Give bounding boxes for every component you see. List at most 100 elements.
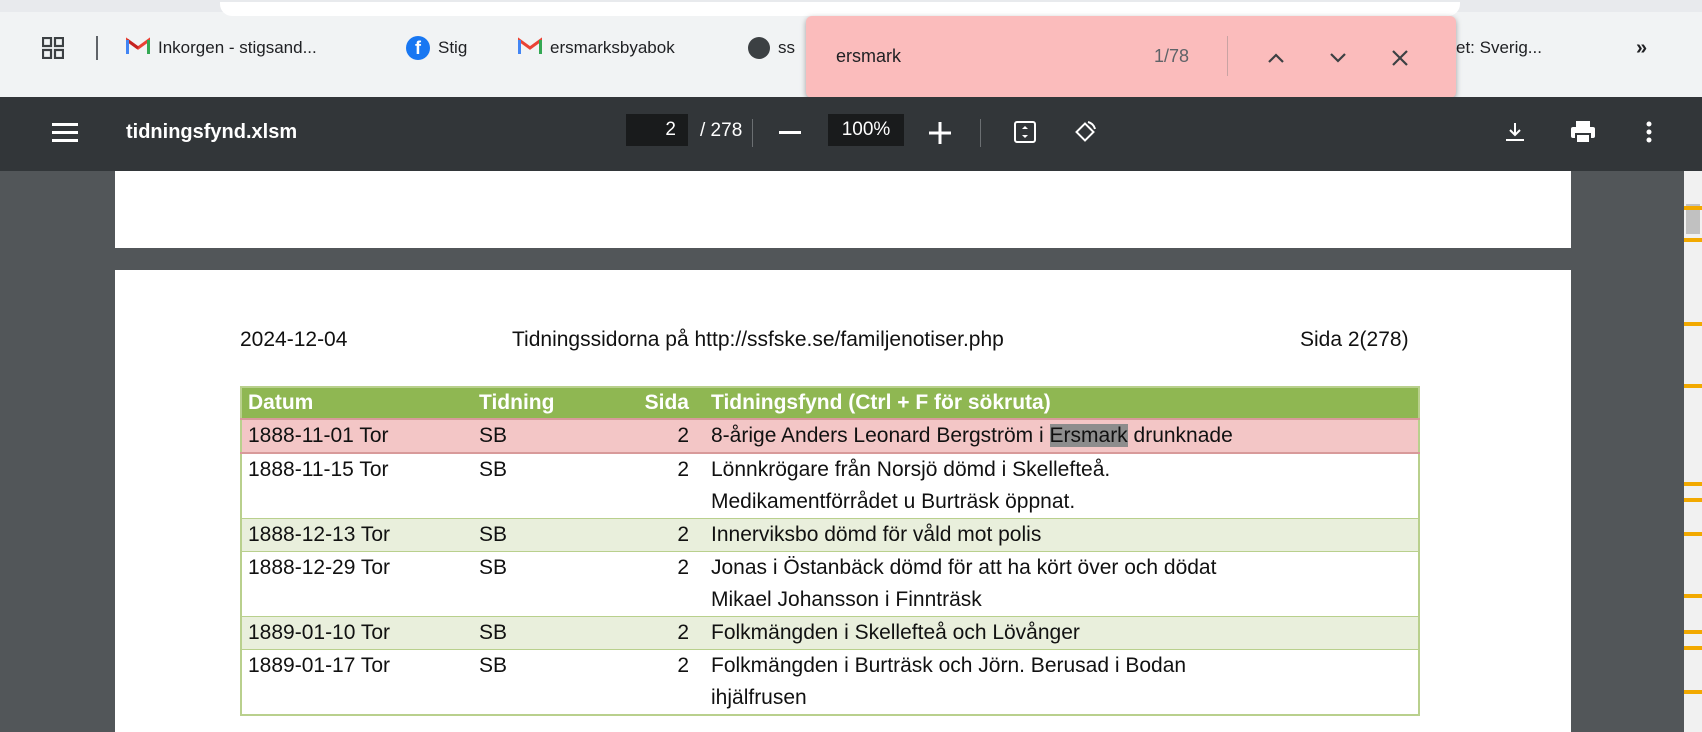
chevron-up-icon [1268, 53, 1284, 63]
search-match-marker [1684, 322, 1702, 326]
pdf-page-1 [115, 171, 1571, 248]
zoom-in-button[interactable] [926, 119, 954, 147]
bookmarks-separator [96, 36, 98, 60]
download-icon [1506, 123, 1524, 141]
column-header: Tidningsfynd (Ctrl + F för sökruta) [705, 387, 1419, 419]
cell-tidning: SB [473, 518, 615, 552]
fit-page-icon [1014, 121, 1036, 143]
find-bar: ersmark 1/78 [806, 16, 1456, 98]
apps-grid-icon[interactable] [42, 30, 64, 66]
bookmark-stig[interactable]: f Stig [406, 30, 467, 66]
close-icon [1392, 50, 1408, 66]
cell-tidning: SB [473, 418, 615, 454]
document-source: Tidningssidorna på http://ssfske.se/fami… [512, 328, 1004, 351]
find-next-button[interactable] [1320, 40, 1356, 76]
cell-sida: 2 [615, 649, 705, 716]
cell-datum: 1889-01-10 Tor [241, 616, 473, 650]
table-row: 1889-01-10 Tor SB 2 Folkmängden i Skelle… [241, 616, 1419, 650]
search-match-marker [1684, 690, 1702, 694]
zoom-out-button[interactable] [776, 119, 804, 147]
column-header: Sida [615, 387, 705, 419]
document-date: 2024-12-04 [240, 328, 348, 351]
page-number-input[interactable]: 2 [626, 114, 688, 146]
find-match-count: 1/78 [1154, 46, 1190, 66]
chevron-down-icon [1330, 53, 1346, 63]
cell-sida: 2 [615, 453, 705, 519]
toolbar-separator [980, 119, 981, 147]
search-match-marker [1684, 482, 1702, 486]
fit-to-page-button[interactable] [1010, 117, 1040, 147]
fynd-text: 8-årige Anders Leonard Bergström i [711, 424, 1050, 447]
table-row: 1888-11-15 Tor SB 2 Lönnkrögare från Nor… [241, 453, 1419, 519]
search-match-marker [1684, 498, 1702, 502]
toolbar-separator [752, 119, 753, 147]
cell-sida: 2 [615, 518, 705, 552]
document-title: tidningsfynd.xlsm [126, 121, 298, 143]
cell-datum: 1888-12-13 Tor [241, 518, 473, 552]
search-match-marker [1684, 384, 1702, 388]
bookmark-label: Stig [438, 38, 468, 57]
cell-fynd: Jonas i Östanbäck dömd för att ha kört ö… [705, 551, 1419, 617]
fynd-line: ihjälfrusen [711, 686, 807, 709]
bookmark-label: Inkorgen - stigsand... [158, 38, 317, 57]
find-previous-button[interactable] [1258, 40, 1294, 76]
table-row: 1888-11-01 Tor SB 2 8-årige Anders Leona… [241, 418, 1419, 454]
menu-icon[interactable] [50, 117, 80, 147]
gmail-icon [517, 36, 543, 60]
rotate-button[interactable] [1070, 117, 1100, 147]
print-button[interactable] [1568, 117, 1598, 147]
cell-sida: 2 [615, 418, 705, 454]
fynd-line: Lönnkrögare från Norsjö dömd i Skellefte… [711, 458, 1111, 481]
download-button[interactable] [1500, 117, 1530, 147]
table-row: 1888-12-29 Tor SB 2 Jonas i Östanbäck dö… [241, 551, 1419, 617]
fynd-line: Jonas i Östanbäck dömd för att ha kört ö… [711, 556, 1217, 579]
globe-icon [748, 37, 770, 59]
column-header: Tidning [473, 387, 615, 419]
cell-tidning: SB [473, 616, 615, 650]
cell-sida: 2 [615, 616, 705, 650]
cell-fynd: Folkmängden i Burträsk och Jörn. Berusad… [705, 649, 1419, 716]
find-close-button[interactable] [1382, 40, 1418, 76]
search-match-marker [1684, 238, 1702, 242]
cell-fynd: Folkmängden i Skellefteå och Lövånger [705, 616, 1419, 650]
cell-datum: 1888-11-15 Tor [241, 453, 473, 519]
search-match-marker [1684, 206, 1702, 210]
plus-icon [929, 122, 951, 144]
pdf-toolbar: tidningsfynd.xlsm 2 / 278 100% [0, 97, 1702, 171]
fynd-text: drunknade [1127, 424, 1233, 447]
bookmark-ersmarksbyabok[interactable]: ersmarksbyabok [517, 30, 675, 66]
search-match-marker [1684, 594, 1702, 598]
cell-tidning: SB [473, 453, 615, 519]
cell-fynd: Lönnkrögare från Norsjö dömd i Skellefte… [705, 453, 1419, 519]
search-match-marker [1684, 630, 1702, 634]
cell-fynd: Innerviksbo dömd för våld mot polis [705, 518, 1419, 552]
fynd-line: Medikamentförrådet u Burträsk öppnat. [711, 490, 1076, 513]
more-options-button[interactable] [1634, 117, 1664, 147]
bookmark-label: et: Sverig... [1456, 38, 1542, 57]
rotate-icon [1075, 121, 1096, 142]
column-header: Datum [241, 387, 473, 419]
print-icon [1571, 121, 1595, 144]
tab-strip [0, 0, 1702, 16]
bookmark-label: ss [778, 38, 795, 57]
more-vert-icon [1646, 121, 1652, 143]
bookmark-inkorgen[interactable]: Inkorgen - stigsand... [125, 30, 317, 66]
zoom-level-input[interactable]: 100% [828, 114, 904, 146]
cell-datum: 1889-01-17 Tor [241, 649, 473, 716]
bookmark-sverige[interactable]: et: Sverig... [1456, 30, 1542, 66]
search-match-highlight: Ersmark [1049, 424, 1128, 447]
cell-datum: 1888-11-01 Tor [241, 418, 473, 454]
double-chevron-right-icon: » [1636, 36, 1648, 59]
cell-fynd: 8-årige Anders Leonard Bergström i Ersma… [705, 418, 1419, 454]
facebook-icon: f [406, 36, 430, 60]
document-page-label: Sida 2(278) [1300, 328, 1409, 351]
search-match-marker [1684, 532, 1702, 536]
find-separator [1227, 36, 1228, 76]
search-match-marker [1684, 646, 1702, 650]
cell-tidning: SB [473, 551, 615, 617]
bookmarks-overflow-button[interactable]: » [1636, 30, 1647, 66]
table-row: 1889-01-17 Tor SB 2 Folkmängden i Burträ… [241, 649, 1419, 716]
find-query-input[interactable]: ersmark [836, 46, 901, 67]
cell-sida: 2 [615, 551, 705, 617]
bookmark-ss[interactable]: ss [748, 30, 795, 66]
